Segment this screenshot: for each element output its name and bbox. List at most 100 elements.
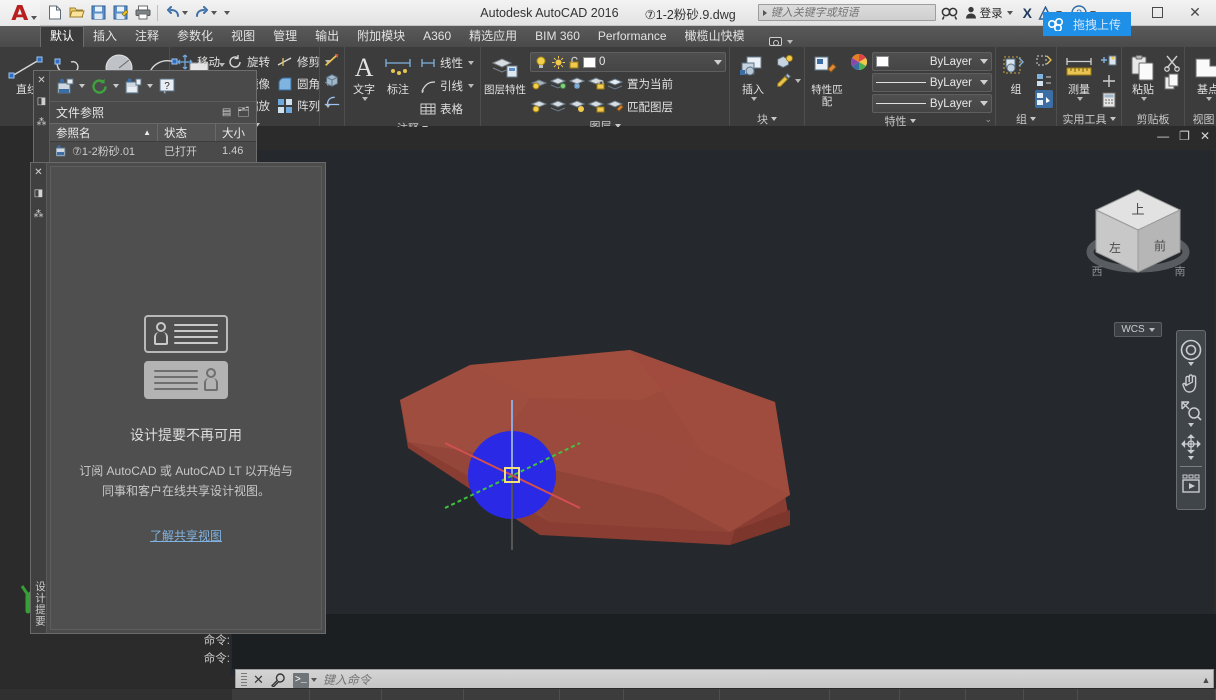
panel-title-group[interactable]: 组 [999,111,1053,126]
design-feed-palette[interactable]: ✕ ◨ ⁂ 设计提要 设计提要不再可用 订阅 AutoCAD 或 AutoCAD… [30,162,326,634]
command-prompt-selector[interactable]: >_ [292,672,317,688]
close-icon[interactable]: ✕ [250,672,267,688]
measure-dropdown-icon[interactable] [1077,97,1083,101]
ungroup-icon[interactable] [1035,52,1053,70]
orbit-icon[interactable] [1178,431,1204,457]
layer-unisolate-icon[interactable] [549,96,567,114]
status-toggle-polar[interactable] [464,688,560,700]
close-window-button[interactable]: ✕ [1176,0,1214,26]
layer-match-icon[interactable] [606,96,624,114]
panel-title-properties[interactable]: 特性 ⌄ [808,113,993,128]
screenshot-tool-button[interactable] [764,36,798,47]
xref-column-status[interactable]: 状态 [158,124,216,141]
layer-on-icon[interactable] [530,96,548,114]
dimension-tool-button[interactable]: 标注 [382,51,414,96]
base-view-button[interactable]: 基点 [1188,51,1216,101]
dwg-restore-button[interactable]: ❐ [1179,130,1190,142]
redo-dropdown-icon[interactable] [211,10,217,15]
status-toggle-grid[interactable] [310,688,382,700]
undo-dropdown-icon[interactable] [182,10,188,15]
command-history-toggle-icon[interactable]: ▲ [1199,675,1213,685]
new-file-button[interactable] [44,2,65,23]
xref-column-size[interactable]: 大小 [216,124,256,141]
calculator-icon[interactable] [1100,91,1118,109]
view-cube[interactable]: 上 左 前 西 南 [1080,180,1196,290]
tab-default[interactable]: 默认 [40,26,85,47]
change-path-dropdown-icon[interactable] [147,84,153,88]
leader-button[interactable]: 引线 [416,75,477,97]
search-dropdown-icon[interactable] [762,9,767,16]
terrain-solid-model[interactable] [230,150,1214,675]
layer-properties-button[interactable]: 图层特性 [484,51,526,96]
dwg-close-button[interactable]: ✕ [1200,130,1210,142]
xref-table-row[interactable]: ⑦1-2粉砂.01 已打开 1.46 [50,142,256,159]
search-box[interactable] [757,4,936,21]
help-icon[interactable]: ? [158,77,176,95]
maximize-window-button[interactable] [1138,0,1176,26]
table-button[interactable]: 表格 [416,98,477,120]
status-customization[interactable] [1078,688,1216,700]
external-references-palette[interactable]: ✕ ◨ ⁂ ? 文件参照 ▤ 🗂 参照名 ▲ 状态 大小 ⑦1-2粉砂.01 已… [33,70,257,168]
3d-solid-icon[interactable] [323,71,341,89]
tab-featured-apps[interactable]: 精选应用 [460,27,526,47]
copy-clip-icon[interactable] [1163,73,1181,91]
command-prompt-dropdown-icon[interactable] [310,678,317,682]
zoom-dropdown-icon[interactable] [1188,423,1194,427]
cut-icon[interactable] [1163,54,1181,72]
text-dropdown-icon[interactable] [362,97,368,101]
object-color-combo[interactable]: ByLayer [872,52,992,71]
command-line-grip[interactable] [241,673,247,687]
redo-button[interactable] [191,2,212,23]
panel-title-utilities[interactable]: 实用工具 [1060,111,1118,126]
application-menu-button[interactable]: A [0,0,40,26]
layer-combo-caret-icon[interactable] [714,59,722,65]
status-isolate-objects[interactable] [1024,688,1078,700]
dwg-minimize-button[interactable]: — [1157,130,1169,142]
match-properties-button[interactable]: 特性匹配 [808,51,846,108]
status-workspace-switcher[interactable] [830,688,900,700]
insert-dropdown-icon[interactable] [751,97,757,101]
group-button[interactable]: 组 [999,51,1033,96]
show-motion-icon[interactable] [1178,471,1204,497]
status-toggle-otrack[interactable] [624,688,720,700]
group-edit-icon[interactable] [1035,71,1053,89]
unlock-icon[interactable] [568,55,580,69]
panel-title-block[interactable]: 块 [733,111,801,126]
paste-dropdown-icon[interactable] [1141,97,1147,101]
learn-shared-views-link[interactable]: 了解共享视图 [150,527,222,544]
status-toggle-osnap[interactable] [560,688,624,700]
open-file-button[interactable] [66,2,87,23]
tab-output[interactable]: 输出 [306,27,348,47]
status-toggle-ortho[interactable] [382,688,464,700]
linetype-caret-icon[interactable] [980,101,988,106]
plot-button[interactable] [132,2,153,23]
layer-freeze-icon[interactable] [568,73,586,91]
panel-title-view[interactable]: 视图 ⌄ [1188,111,1216,126]
tab-bim360[interactable]: BIM 360 [526,27,589,47]
match-layer-button[interactable]: 匹配图层 [625,96,676,118]
properties-icon[interactable]: ⁂ [34,209,44,220]
base-view-dropdown-icon[interactable] [1206,97,1212,101]
status-annotation-scale[interactable] [900,688,966,700]
layer-lock-icon[interactable] [587,73,605,91]
extrude-icon[interactable] [323,91,341,109]
refresh-icon[interactable] [90,77,108,95]
list-view-icon[interactable]: ▤ [222,107,231,118]
status-toggle-lineweight[interactable] [720,688,830,700]
save-as-file-button[interactable] [110,2,131,23]
set-current-layer-button[interactable]: 置为当前 [625,73,676,95]
change-path-icon[interactable] [124,77,142,95]
edit-block-dropdown-icon[interactable] [795,79,801,83]
quickcalc-point-icon[interactable] [1100,53,1118,71]
measure-button[interactable]: 测量 [1060,51,1098,101]
search-icon[interactable] [938,3,961,23]
close-icon[interactable]: ✕ [37,75,45,86]
create-block-icon[interactable] [775,53,793,71]
tab-a360[interactable]: A360 [414,27,460,47]
qat-customize-icon[interactable] [224,10,230,15]
tab-performance[interactable]: Performance [589,27,676,47]
leader-dropdown-icon[interactable] [468,84,474,88]
tree-view-icon[interactable]: 🗂 [237,107,250,118]
pan-hand-icon[interactable] [1178,370,1204,396]
steering-wheel-icon[interactable] [1178,337,1204,363]
